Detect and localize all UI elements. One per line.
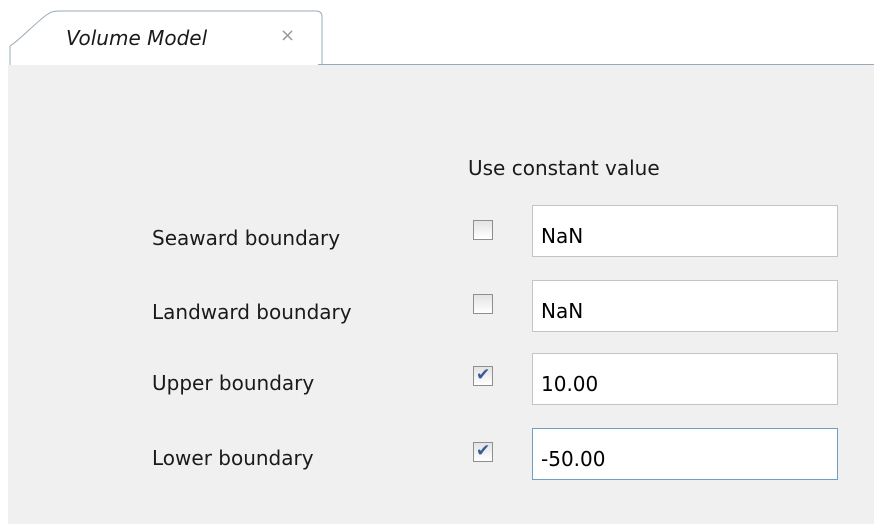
lower-boundary-checkbox[interactable]: ✔	[473, 441, 493, 462]
upper-boundary-field[interactable]	[532, 353, 838, 405]
landward-boundary-field[interactable]	[532, 280, 838, 332]
close-icon[interactable]: ×	[280, 25, 295, 47]
seaward-boundary-field[interactable]	[532, 205, 838, 257]
lower-boundary-field[interactable]	[532, 428, 838, 480]
landward-boundary-label: Landward boundary	[152, 300, 352, 324]
landward-boundary-checkbox[interactable]	[473, 294, 493, 314]
checkmark-icon: ✔	[476, 441, 491, 461]
seaward-boundary-label: Seaward boundary	[152, 226, 341, 250]
use-constant-value-header: Use constant value	[468, 156, 660, 180]
seaward-boundary-checkbox[interactable]	[473, 220, 493, 240]
tab-volume-model-label[interactable]: Volume Model	[66, 26, 207, 50]
lower-boundary-label: Lower boundary	[152, 446, 314, 470]
checkmark-icon: ✔	[476, 365, 491, 385]
upper-boundary-checkbox[interactable]: ✔	[473, 365, 493, 386]
upper-boundary-label: Upper boundary	[152, 371, 315, 395]
tab-strip: Volume Model ×	[0, 0, 874, 66]
